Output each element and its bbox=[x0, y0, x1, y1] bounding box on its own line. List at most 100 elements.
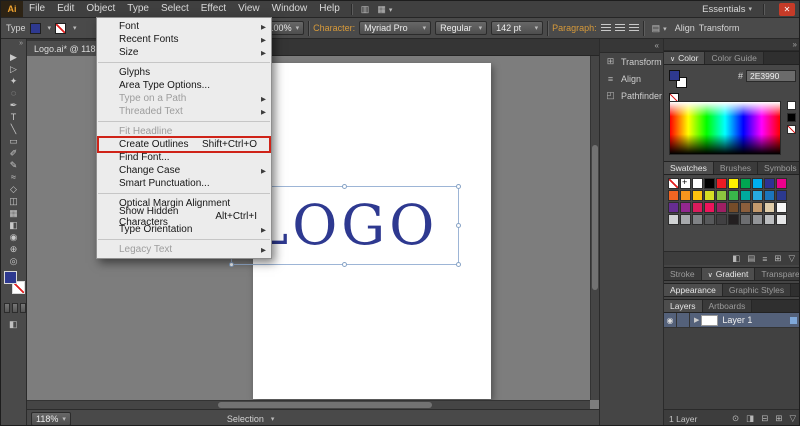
swatch[interactable] bbox=[680, 214, 691, 225]
type-menu-item[interactable]: Size ▶ bbox=[97, 46, 271, 59]
swatch[interactable] bbox=[728, 190, 739, 201]
panel-tab[interactable]: Appearance bbox=[664, 284, 723, 296]
delete-layer-icon[interactable]: ▽ bbox=[789, 413, 796, 424]
type-menu-item[interactable]: Find Font... ▶ bbox=[97, 151, 271, 164]
selection-handle[interactable] bbox=[229, 262, 234, 267]
swatch[interactable] bbox=[704, 178, 715, 189]
paintbrush-tool[interactable]: ✐ bbox=[1, 147, 26, 159]
panel-fill-indicator[interactable] bbox=[669, 70, 680, 81]
draw-behind-mode-button[interactable] bbox=[12, 303, 18, 313]
align-right-icon[interactable] bbox=[628, 23, 639, 33]
type-menu-item[interactable]: Glyphs ▶ bbox=[97, 66, 271, 79]
paragraph-panel-link[interactable]: Paragraph: bbox=[552, 23, 597, 33]
type-menu-item[interactable]: ▶ bbox=[98, 121, 270, 122]
zoom-combo[interactable]: 118% ▾ bbox=[31, 411, 71, 425]
fill-indicator[interactable] bbox=[4, 271, 17, 284]
swatch[interactable] bbox=[692, 190, 703, 201]
vertical-scrollbar-thumb[interactable] bbox=[592, 145, 598, 290]
font-size-combo[interactable]: 142 pt ▾ bbox=[491, 21, 544, 35]
panel-tab[interactable]: Color bbox=[664, 52, 706, 64]
screen-mode-icon[interactable]: ◧ bbox=[9, 319, 18, 330]
status-indicator[interactable]: Selection ▾ bbox=[227, 414, 275, 424]
font-style-combo[interactable]: Regular ▾ bbox=[435, 21, 488, 35]
color-spectrum[interactable] bbox=[669, 101, 781, 155]
gradient-tool[interactable]: ◧ bbox=[1, 219, 26, 231]
type-menu-item[interactable]: Area Type Options... ▶ bbox=[97, 79, 271, 92]
type-menu-item[interactable]: ▶ bbox=[98, 62, 270, 63]
type-menu-item[interactable]: Fit Headline ▶ bbox=[97, 125, 271, 138]
swatch[interactable] bbox=[776, 190, 787, 201]
swatch[interactable] bbox=[668, 214, 679, 225]
zoom-tool[interactable]: ◎ bbox=[1, 255, 26, 267]
menubar-item[interactable]: Window bbox=[266, 1, 314, 17]
selection-tool[interactable]: ▶ bbox=[1, 51, 26, 63]
horizontal-scrollbar-thumb[interactable] bbox=[218, 402, 433, 408]
swatch[interactable] bbox=[680, 190, 691, 201]
panel-tab[interactable]: Color Guide bbox=[705, 52, 764, 64]
swatch[interactable] bbox=[740, 190, 751, 201]
type-menu-item[interactable]: Type Orientation ▶ bbox=[97, 223, 271, 236]
expand-dock-icon[interactable]: « bbox=[600, 39, 663, 53]
fill-stroke-widget[interactable] bbox=[4, 271, 26, 297]
swatch[interactable] bbox=[668, 178, 679, 189]
paragraph-options-icon[interactable]: ▤ ▾ bbox=[648, 23, 671, 34]
menubar-item[interactable]: Edit bbox=[51, 1, 80, 17]
panel-tab[interactable]: Transparency bbox=[755, 268, 799, 280]
swatch[interactable] bbox=[764, 190, 775, 201]
menubar-item[interactable]: Type bbox=[121, 1, 155, 17]
panel-tab[interactable]: Gradient bbox=[701, 268, 756, 280]
type-menu-item[interactable]: Legacy Text ▶ bbox=[97, 243, 271, 256]
width-tool[interactable]: ≈ bbox=[1, 171, 26, 183]
collapse-dock-icon[interactable]: » bbox=[664, 39, 799, 51]
panel-tab[interactable]: Graphic Styles bbox=[722, 284, 792, 296]
swatch[interactable] bbox=[776, 178, 787, 189]
shape-builder-tool[interactable]: ◫ bbox=[1, 195, 26, 207]
menubar-item[interactable]: File bbox=[23, 1, 51, 17]
swatch[interactable] bbox=[704, 202, 715, 213]
transform-panel-button[interactable]: ⊞ Transform bbox=[600, 53, 663, 70]
swatch[interactable] bbox=[752, 214, 763, 225]
swatch[interactable] bbox=[692, 178, 703, 189]
new-swatch-icon[interactable]: ⊞ bbox=[774, 253, 781, 264]
swatch[interactable] bbox=[752, 190, 763, 201]
type-menu-item[interactable]: ▶ bbox=[98, 239, 270, 240]
hand-tool[interactable]: ⊕ bbox=[1, 243, 26, 255]
black-color-button[interactable] bbox=[787, 113, 796, 122]
new-sublayer-icon[interactable]: ⊟ bbox=[761, 413, 768, 424]
draw-inside-mode-button[interactable] bbox=[20, 303, 26, 313]
delete-swatch-icon[interactable]: ▽ bbox=[788, 253, 795, 264]
vertical-scrollbar[interactable] bbox=[590, 56, 599, 400]
pathfinder-panel-button[interactable]: ◰ Pathfinder bbox=[600, 87, 663, 104]
align-center-icon[interactable] bbox=[614, 23, 625, 33]
swatch[interactable] bbox=[752, 178, 763, 189]
horizontal-scrollbar[interactable] bbox=[27, 400, 590, 409]
swatch[interactable] bbox=[728, 214, 739, 225]
draw-normal-mode-button[interactable] bbox=[4, 303, 10, 313]
selection-handle[interactable] bbox=[456, 222, 461, 228]
arrange-documents-icon[interactable]: ▦ ▾ bbox=[373, 4, 396, 15]
panel-tab[interactable]: Stroke bbox=[664, 268, 702, 280]
align-left-icon[interactable] bbox=[600, 23, 611, 33]
lasso-tool[interactable]: ◌ bbox=[1, 87, 26, 99]
swatch[interactable] bbox=[728, 178, 739, 189]
direct-selection-tool[interactable]: ▷ bbox=[1, 63, 26, 75]
swatch[interactable] bbox=[776, 214, 787, 225]
swatch[interactable] bbox=[776, 202, 787, 213]
panel-tab[interactable]: Artboards bbox=[702, 300, 753, 312]
align-panel-link[interactable]: Align bbox=[675, 23, 695, 33]
menubar-item[interactable]: Select bbox=[155, 1, 195, 17]
character-panel-link[interactable]: Character: bbox=[313, 23, 355, 33]
swatch-libraries-icon[interactable]: ◧ bbox=[732, 253, 740, 264]
panel-tab[interactable]: Brushes bbox=[713, 162, 759, 174]
menubar-item[interactable]: Object bbox=[80, 1, 121, 17]
align-panel-button[interactable]: ≡ Align bbox=[600, 70, 663, 87]
swatch[interactable] bbox=[704, 214, 715, 225]
new-layer-icon[interactable]: ⊞ bbox=[775, 413, 782, 424]
panel-tab[interactable]: Symbols bbox=[758, 162, 799, 174]
mesh-tool[interactable]: ▦ bbox=[1, 207, 26, 219]
visibility-eye-icon[interactable]: ◉ bbox=[664, 312, 677, 328]
type-menu-item[interactable]: Change Case ▶ bbox=[97, 164, 271, 177]
swatch[interactable] bbox=[716, 178, 727, 189]
fill-color-swatch[interactable] bbox=[29, 22, 41, 34]
swatch[interactable] bbox=[680, 177, 691, 189]
